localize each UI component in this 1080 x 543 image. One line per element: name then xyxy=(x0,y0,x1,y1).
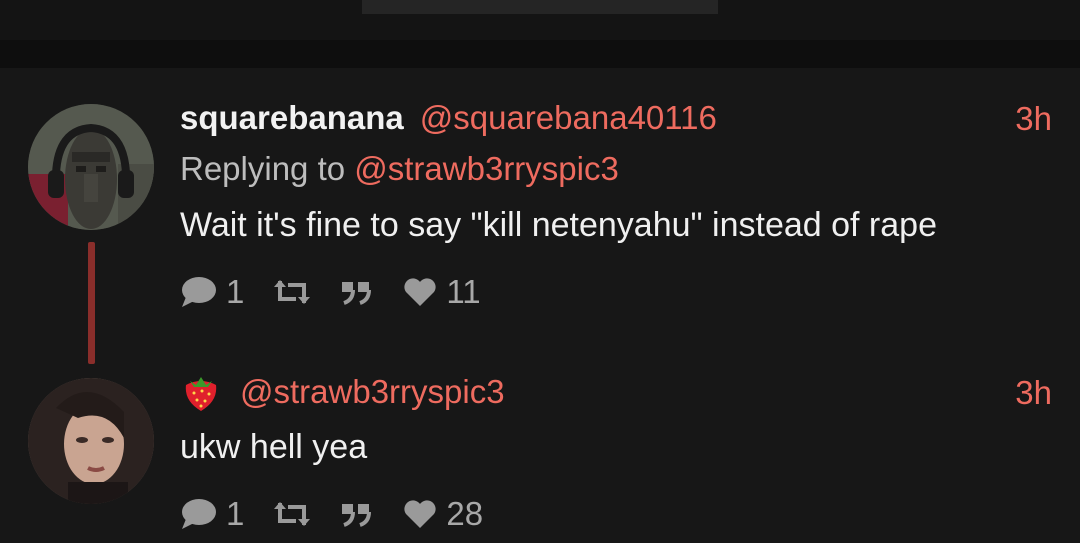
user-handle[interactable]: @strawb3rryspic3 xyxy=(240,373,505,411)
post-header: @strawb3rryspic3 xyxy=(180,372,505,412)
post-text: ukw hell yea xyxy=(180,428,368,466)
reply-button[interactable]: 1 xyxy=(180,273,244,311)
like-count: 28 xyxy=(446,495,484,532)
post-text: Wait it's fine to say "kill netenyahu" i… xyxy=(180,206,937,244)
replying-to-handle[interactable]: @strawb3rryspic3 xyxy=(354,150,619,187)
user-handle[interactable]: @squarebana40116 xyxy=(420,99,717,137)
heart-icon xyxy=(402,276,438,308)
comment-icon xyxy=(180,497,218,531)
avatar[interactable] xyxy=(28,378,154,504)
comment-icon xyxy=(180,275,218,309)
like-button[interactable]: 11 xyxy=(402,273,481,311)
quote-icon xyxy=(340,500,372,528)
avatar[interactable] xyxy=(28,104,154,230)
repost-icon xyxy=(274,499,311,529)
post-header: squarebanana @squarebana40116 xyxy=(180,98,717,138)
replying-to: Replying to @strawb3rryspic3 xyxy=(180,150,619,188)
timestamp[interactable]: 3h xyxy=(1015,100,1052,138)
replying-to-label: Replying to xyxy=(180,150,355,187)
like-button[interactable]: 28 xyxy=(402,495,483,533)
section-divider xyxy=(0,40,1080,68)
top-tab[interactable] xyxy=(362,0,718,14)
repost-button[interactable] xyxy=(274,499,311,529)
post-actions: 1 xyxy=(180,272,511,312)
reply-count: 1 xyxy=(226,273,245,310)
top-bar xyxy=(0,0,1080,40)
heart-icon xyxy=(402,498,438,530)
repost-button[interactable] xyxy=(274,277,311,307)
display-name[interactable]: squarebanana xyxy=(180,99,404,137)
quote-button[interactable] xyxy=(340,278,372,306)
thread-connector xyxy=(88,242,95,364)
quote-icon xyxy=(340,278,372,306)
strawberry-icon xyxy=(180,371,222,413)
timestamp[interactable]: 3h xyxy=(1015,374,1052,412)
reply-button[interactable]: 1 xyxy=(180,495,244,533)
repost-icon xyxy=(274,277,311,307)
post-actions: 1 xyxy=(180,494,513,534)
like-count: 11 xyxy=(446,273,481,310)
quote-button[interactable] xyxy=(340,500,372,528)
reply-count: 1 xyxy=(226,495,245,532)
